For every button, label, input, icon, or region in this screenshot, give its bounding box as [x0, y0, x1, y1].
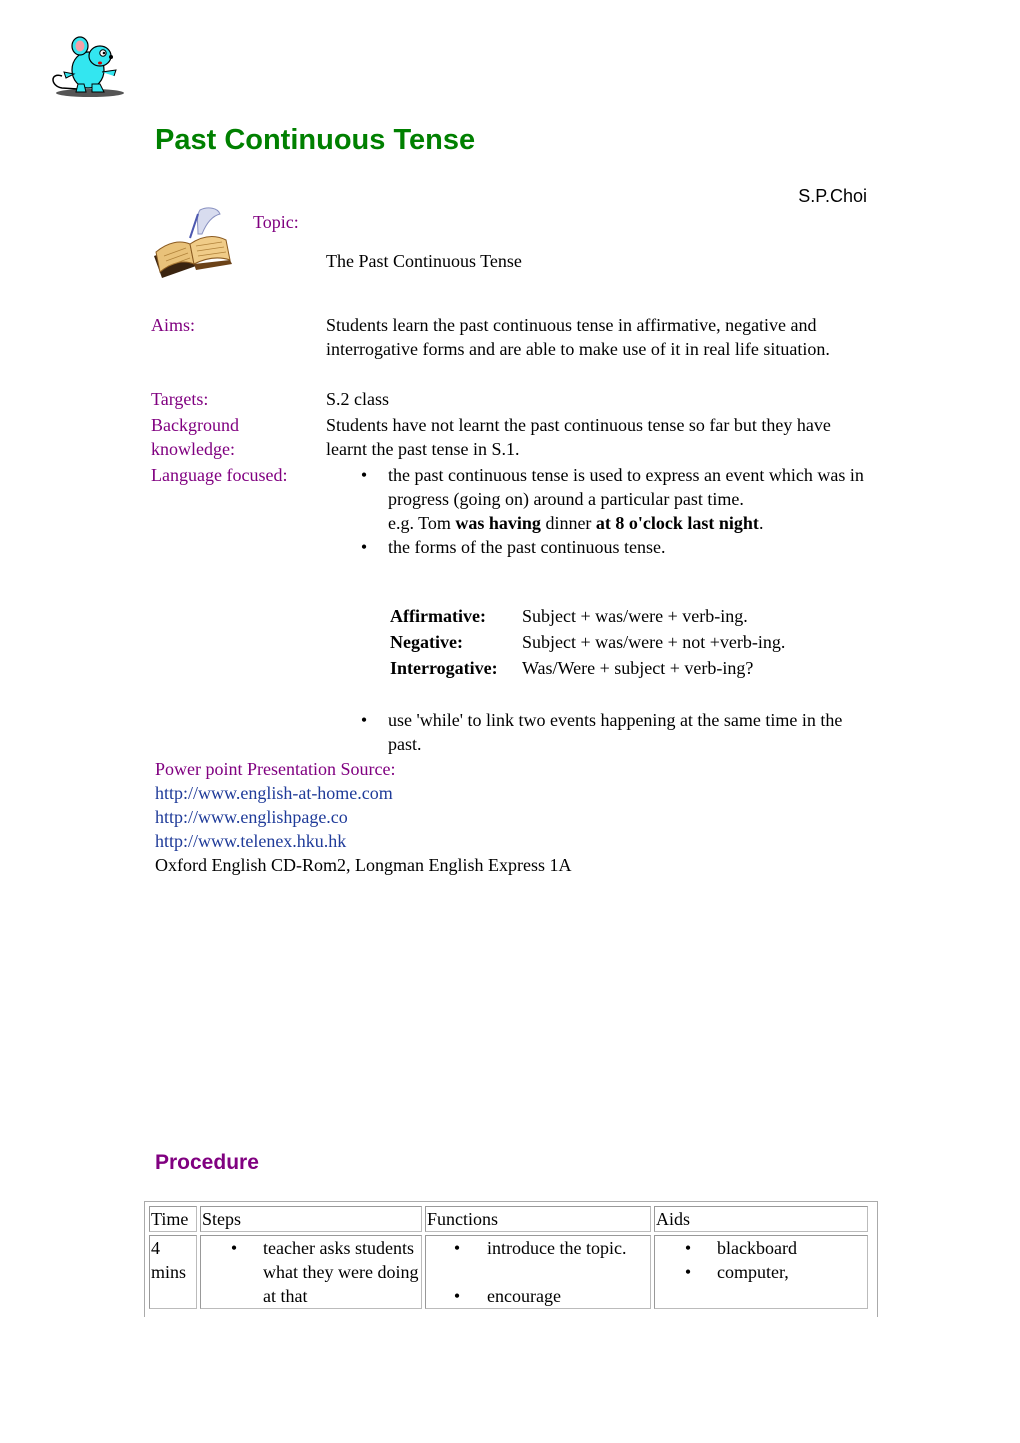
table-row: 4 mins • teacher asks students what they… — [149, 1235, 868, 1309]
list-item: • computer, — [656, 1260, 866, 1284]
form-label: Negative: — [390, 632, 463, 652]
list-item: • the forms of the past continuous tense… — [354, 535, 874, 559]
form-value: Subject + was/were + not +verb-ing. — [522, 632, 786, 652]
mouse-clipart-icon — [48, 32, 128, 98]
cell-aids: • blackboard • computer, — [654, 1235, 868, 1309]
language-point-2: the forms of the past continuous tense. — [388, 537, 666, 557]
procedure-title: Procedure — [155, 1151, 259, 1174]
aims-value: Students learn the past continuous tense… — [326, 315, 830, 359]
background-label: Background knowledge: — [151, 413, 321, 461]
open-book-icon — [150, 204, 240, 284]
list-item: • encourage — [427, 1284, 649, 1308]
targets-value: S.2 class — [326, 389, 389, 409]
function-text: encourage — [487, 1286, 561, 1306]
language-focused-list-2: • use 'while' to link two events happeni… — [354, 708, 874, 756]
form-value: Subject + was/were + verb-ing. — [522, 606, 748, 626]
topic-label: Topic: — [253, 212, 299, 232]
bullet-icon: • — [684, 1262, 692, 1282]
time-unit: mins — [151, 1262, 187, 1282]
bullet-icon: • — [360, 465, 368, 485]
source-link[interactable]: http://www.telenex.hku.hk — [155, 829, 571, 853]
example-bold-time: at 8 o'clock last night — [595, 513, 759, 533]
form-label: Affirmative: — [390, 606, 486, 626]
sources-other: Oxford English CD-Rom2, Longman English … — [155, 855, 572, 875]
header-steps: Steps — [200, 1206, 422, 1232]
time-value: 4 — [151, 1238, 160, 1258]
aims-label: Aims: — [151, 315, 196, 335]
list-spacer — [427, 1260, 649, 1284]
cell-steps: • teacher asks students what they were d… — [200, 1235, 422, 1309]
bullet-icon: • — [453, 1238, 461, 1258]
bullet-icon: • — [684, 1238, 692, 1258]
list-item: • teacher asks students what they were d… — [202, 1236, 420, 1308]
background-label-line2: knowledge: — [151, 439, 235, 459]
sources-label: Power point Presentation Source: — [155, 759, 396, 779]
example-sentence: e.g. Tom was having dinner at 8 o'clock … — [388, 511, 874, 535]
language-point-3: use 'while' to link two events happening… — [388, 710, 843, 754]
step-text: teacher asks students what they were doi… — [263, 1238, 419, 1306]
list-item: • use 'while' to link two events happeni… — [354, 708, 874, 756]
procedure-table-container: Time Steps Functions Aids 4 mins • teach… — [144, 1201, 878, 1317]
language-focused-label: Language focused: — [151, 465, 288, 485]
aid-text: computer, — [717, 1262, 789, 1282]
list-item: • blackboard — [656, 1236, 866, 1260]
form-label: Interrogative: — [390, 658, 498, 678]
table-header-row: Time Steps Functions Aids — [149, 1206, 868, 1232]
aid-text: blackboard — [717, 1238, 797, 1258]
page-title: Past Continuous Tense — [155, 124, 476, 156]
background-value: Students have not learnt the past contin… — [326, 415, 831, 459]
bullet-icon: • — [360, 710, 368, 730]
example-middle: dinner — [540, 513, 596, 533]
list-item: • introduce the topic. — [427, 1236, 649, 1260]
list-item: • the past continuous tense is used to e… — [354, 463, 874, 535]
language-focused-list: • the past continuous tense is used to e… — [354, 463, 874, 559]
header-aids: Aids — [654, 1206, 868, 1232]
sources-section: Power point Presentation Source: http://… — [155, 757, 571, 877]
header-functions: Functions — [425, 1206, 651, 1232]
cell-functions: • introduce the topic. • encourage — [425, 1235, 651, 1309]
background-label-line1: Background — [151, 415, 239, 435]
procedure-table: Time Steps Functions Aids 4 mins • teach… — [146, 1203, 871, 1312]
header-time: Time — [149, 1206, 197, 1232]
example-prefix: e.g. Tom — [388, 513, 456, 533]
example-bold-verb: was having — [455, 513, 541, 533]
source-link[interactable]: http://www.englishpage.co — [155, 805, 571, 829]
form-row-affirmative: Affirmative: Subject + was/were + verb-i… — [390, 606, 785, 632]
example-suffix: . — [758, 513, 764, 533]
targets-label: Targets: — [151, 389, 209, 409]
author-name: S.P.Choi — [798, 186, 867, 206]
function-text: introduce the topic. — [487, 1238, 627, 1258]
topic-value: The Past Continuous Tense — [326, 251, 522, 271]
form-row-negative: Negative: Subject + was/were + not +verb… — [390, 632, 785, 658]
tense-forms-table: Affirmative: Subject + was/were + verb-i… — [390, 606, 785, 684]
cell-time: 4 mins — [149, 1235, 197, 1309]
form-value: Was/Were + subject + verb-ing? — [522, 658, 754, 678]
language-point-1: the past continuous tense is used to exp… — [388, 465, 864, 509]
bullet-icon: • — [360, 537, 368, 557]
form-row-interrogative: Interrogative: Was/Were + subject + verb… — [390, 658, 785, 684]
bullet-icon: • — [230, 1238, 238, 1258]
bullet-icon: • — [453, 1286, 461, 1306]
source-link[interactable]: http://www.english-at-home.com — [155, 781, 571, 805]
